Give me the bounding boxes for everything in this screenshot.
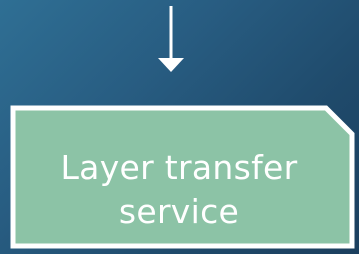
node-label-text: Layer transfer service [60, 148, 298, 231]
process-node-label: Layer transfer service [20, 130, 338, 250]
